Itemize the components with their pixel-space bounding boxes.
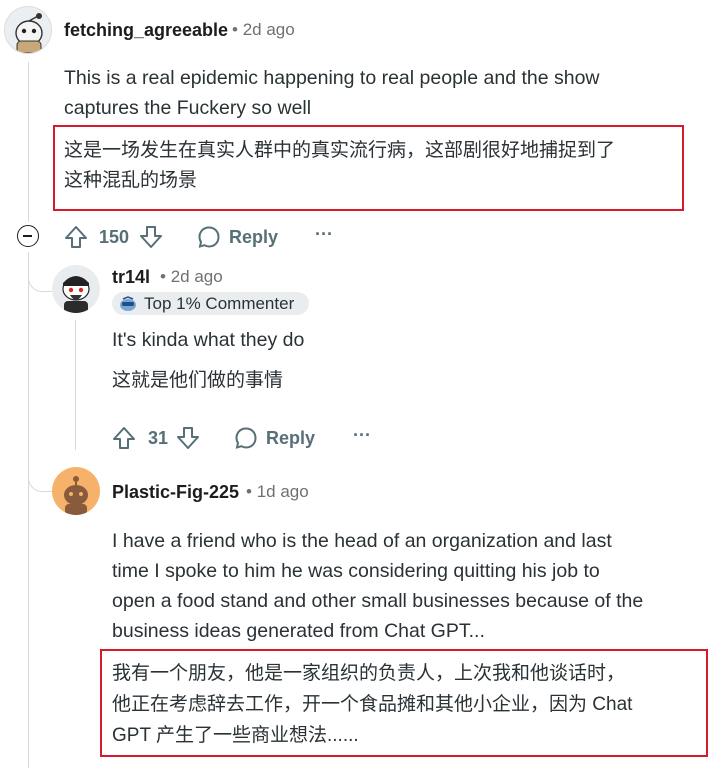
comment-meta: • 1d ago	[246, 482, 309, 502]
avatar[interactable]	[52, 265, 100, 313]
comment-meta: • 2d ago	[160, 267, 223, 287]
comment-text-line: I have a friend who is the head of an or…	[112, 530, 612, 552]
upvote-icon	[113, 427, 135, 449]
comment-bubble-icon	[198, 226, 220, 248]
separator-dot: •	[160, 267, 166, 286]
translation-text: 我有一个朋友，他是一家组织的负责人，上次我和他谈话时， 他正在考虑辞去工作，开一…	[112, 658, 632, 751]
avatar[interactable]	[4, 6, 52, 54]
translation-line: 他正在考虑辞去工作，开一个食品摊和其他小企业，因为 Chat	[112, 694, 633, 715]
thread-line	[75, 320, 76, 450]
avatar[interactable]	[52, 467, 100, 515]
comment-bubble-icon	[235, 427, 257, 449]
comment-username[interactable]: Plastic-Fig-225	[112, 482, 239, 503]
comment-text-line: This is a real epidemic happening to rea…	[64, 67, 600, 89]
separator-dot: •	[232, 20, 238, 39]
translation-line: 我有一个朋友，他是一家组织的负责人，上次我和他谈话时，	[112, 663, 626, 684]
comment-text-line: captures the Fuckery so well	[64, 97, 312, 119]
reply-button[interactable]: Reply	[234, 426, 315, 450]
downvote-icon	[140, 226, 162, 248]
vote-count: 31	[148, 428, 169, 448]
downvote-button[interactable]	[175, 425, 201, 451]
translation-text: 这就是他们做的事情	[112, 370, 284, 391]
comment-age: 2d ago	[242, 20, 295, 39]
top-commenter-badge: Top 1% Commenter	[112, 292, 309, 315]
collapse-thread-button[interactable]	[17, 225, 39, 247]
separator-dot: •	[246, 482, 252, 501]
comment-text-line: business ideas generated from Chat GPT..…	[112, 620, 485, 642]
upvote-button[interactable]	[63, 224, 89, 250]
comment-text: It's kinda what they do	[112, 329, 305, 351]
thread-connector	[28, 450, 52, 492]
more-options-button[interactable]: ···	[315, 224, 333, 245]
translation-line: GPT 产生了一些商业想法......	[112, 725, 359, 746]
comment-username[interactable]: fetching_agreeable	[64, 20, 228, 41]
comment-meta: • 2d ago	[232, 20, 295, 40]
badge-icon	[120, 295, 136, 311]
downvote-icon	[177, 427, 199, 449]
upvote-button[interactable]	[111, 425, 137, 451]
comment-age: 2d ago	[170, 267, 223, 286]
comment-text-line: time I spoke to him he was considering q…	[112, 560, 600, 582]
minus-icon	[23, 235, 32, 237]
badge-label: Top 1% Commenter	[144, 293, 295, 313]
translation-line: 这是一场发生在真实人群中的真实流行病，这部剧很好地捕捉到了	[64, 140, 616, 161]
translation-line: 这种混乱的场景	[64, 170, 198, 191]
upvote-icon	[65, 226, 87, 248]
comment-text: I have a friend who is the head of an or…	[112, 526, 643, 646]
more-options-button[interactable]: ···	[353, 425, 371, 446]
comment-text-line: open a food stand and other small busine…	[112, 590, 644, 612]
comment-age: 1d ago	[256, 482, 309, 501]
translation-text: 这是一场发生在真实人群中的真实流行病，这部剧很好地捕捉到了 这种混乱的场景	[64, 136, 615, 196]
comment-text: This is a real epidemic happening to rea…	[64, 63, 600, 123]
reply-button[interactable]: Reply	[197, 225, 278, 249]
reply-label: Reply	[266, 427, 316, 448]
thread-line	[28, 62, 29, 222]
thread-line	[28, 252, 29, 768]
vote-count: 150	[99, 227, 130, 247]
downvote-button[interactable]	[138, 224, 164, 250]
thread-connector	[28, 252, 52, 292]
comment-username[interactable]: tr14l	[112, 267, 150, 288]
reply-label: Reply	[229, 226, 279, 247]
